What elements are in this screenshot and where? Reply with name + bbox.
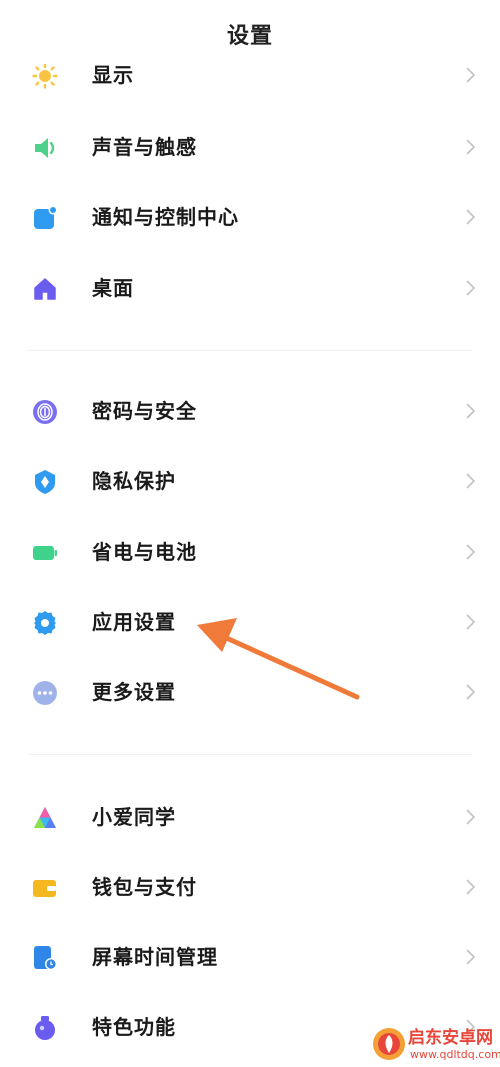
- settings-item-label: 声音与触感: [92, 135, 197, 159]
- settings-item-notifications[interactable]: 通知与控制中心: [0, 182, 500, 252]
- settings-item-sound[interactable]: 声音与触感: [0, 112, 500, 182]
- screen-time-icon: [34, 946, 57, 970]
- settings-item-label: 屏幕时间管理: [92, 945, 218, 969]
- privacy-shield-icon: [35, 470, 55, 494]
- fingerprint-icon: [33, 400, 57, 424]
- settings-item-label: 桌面: [92, 276, 134, 300]
- chevron-right-icon: [466, 809, 476, 825]
- title-bar: 设置: [0, 0, 500, 64]
- home-icon: [34, 278, 56, 300]
- chevron-right-icon: [466, 949, 476, 965]
- settings-item-password-security[interactable]: 密码与安全: [0, 376, 500, 446]
- chevron-right-icon: [466, 67, 476, 83]
- sun-icon: [32, 63, 58, 89]
- settings-item-label: 隐私保护: [92, 469, 176, 493]
- chevron-right-icon: [466, 209, 476, 225]
- settings-item-label: 更多设置: [92, 680, 176, 704]
- watermark-logo-icon: [373, 1028, 405, 1060]
- settings-item-privacy[interactable]: 隐私保护: [0, 446, 500, 516]
- chevron-right-icon: [466, 614, 476, 630]
- settings-item-label: 省电与电池: [92, 540, 197, 564]
- xiaoai-icon: [34, 807, 56, 828]
- settings-item-label: 小爱同学: [92, 805, 176, 829]
- watermark-name: 启东安卓网: [408, 1028, 493, 1048]
- chevron-right-icon: [466, 403, 476, 419]
- section-divider: [28, 350, 472, 351]
- chevron-right-icon: [466, 544, 476, 560]
- settings-item-desktop[interactable]: 桌面: [0, 253, 500, 323]
- wallet-icon: [33, 880, 56, 897]
- settings-item-xiaoai[interactable]: 小爱同学: [0, 782, 500, 852]
- chevron-right-icon: [466, 280, 476, 296]
- settings-screen: 设置 显示 声音与触感 通知与控制中心 桌面 密码与安全 隐私保护 省电与电池 …: [0, 0, 500, 1067]
- settings-item-app-settings[interactable]: 应用设置: [0, 587, 500, 657]
- settings-item-label: 特色功能: [92, 1015, 176, 1039]
- settings-item-label: 钱包与支付: [92, 875, 197, 899]
- chevron-right-icon: [466, 473, 476, 489]
- chevron-right-icon: [466, 879, 476, 895]
- settings-item-screen-time[interactable]: 屏幕时间管理: [0, 922, 500, 992]
- settings-item-wallet[interactable]: 钱包与支付: [0, 852, 500, 922]
- settings-item-more-settings[interactable]: 更多设置: [0, 657, 500, 727]
- settings-item-label: 通知与控制中心: [92, 205, 239, 229]
- settings-item-label: 应用设置: [92, 610, 176, 634]
- watermark-url: www.qdltdq.com: [410, 1048, 500, 1061]
- settings-item-battery[interactable]: 省电与电池: [0, 517, 500, 587]
- page-title: 设置: [226, 24, 273, 49]
- watermark: 启东安卓网 www.qdltdq.com: [372, 1024, 500, 1067]
- settings-item-label: 密码与安全: [92, 399, 197, 423]
- chevron-right-icon: [466, 684, 476, 700]
- battery-icon: [33, 546, 57, 560]
- feature-icon: [35, 1016, 55, 1040]
- notification-icon: [34, 205, 58, 229]
- section-divider: [28, 754, 472, 755]
- gear-icon: [34, 611, 56, 635]
- speaker-icon: [35, 138, 55, 158]
- chevron-right-icon: [466, 139, 476, 155]
- more-dots-icon: [33, 681, 57, 705]
